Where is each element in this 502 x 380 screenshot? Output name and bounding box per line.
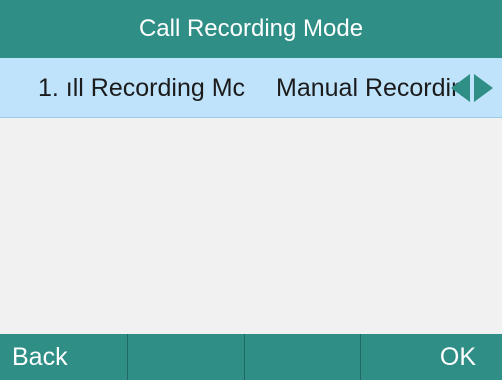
softkey-ok[interactable]: OK xyxy=(361,334,502,380)
softkey-3[interactable] xyxy=(245,334,361,380)
title-bar: Call Recording Mode xyxy=(0,0,502,58)
list-item-label: 1. ıll Recording Mc xyxy=(38,74,246,102)
left-arrow-icon[interactable] xyxy=(450,73,472,103)
softkey-bar: Back OK xyxy=(0,334,502,380)
right-arrow-icon[interactable] xyxy=(472,73,494,103)
softkey-back[interactable]: Back xyxy=(0,334,129,380)
list-item-call-recording-mode[interactable]: 1. ıll Recording Mc Manual Recording xyxy=(0,58,502,118)
value-switch-arrows[interactable] xyxy=(450,72,496,104)
phone-screen: Call Recording Mode 1. ıll Recording Mc … xyxy=(0,0,502,380)
softkey-2[interactable] xyxy=(128,334,245,380)
page-title: Call Recording Mode xyxy=(138,15,364,42)
settings-list: 1. ıll Recording Mc Manual Recording xyxy=(0,58,502,334)
list-item-value[interactable]: Manual Recording xyxy=(276,58,462,117)
